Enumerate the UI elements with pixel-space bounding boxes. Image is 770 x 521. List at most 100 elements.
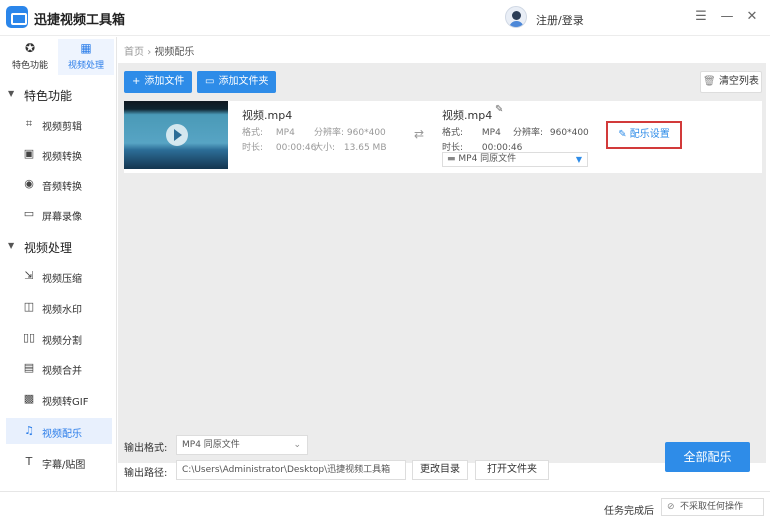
login-link[interactable]: 注册/登录 [536,12,584,28]
breadcrumb-separator: › [147,47,152,58]
compress-icon: ⇲ [24,269,34,282]
minimize-icon[interactable]: — [718,8,736,26]
close-icon[interactable]: ✕ [743,8,761,26]
all-music-button[interactable]: 全部配乐 [665,442,750,472]
plus-icon: + [132,76,141,87]
source-duration: 时长: 00:00:46 [242,140,316,153]
tab-video-processing-label: 视频处理 [67,61,104,71]
output-format-label: 输出格式: [124,443,168,454]
main-panel: 首页 › 视频配乐 + 添加文件 ▭ 添加文件夹 🗑 清空列表 视频.mp4 格式:… [118,37,770,484]
app-title: 迅捷视频工具箱 [34,13,126,28]
open-folder-button[interactable]: 打开文件夹 [475,460,549,480]
gif-icon: ▩ [23,392,35,405]
add-folder-button[interactable]: ▭ 添加文件夹 [197,71,277,93]
output-format-select[interactable]: ▬ MP4 同原文件 ▼ [442,152,588,167]
sidebar-item-video-split[interactable]: ▯▯ 视频分割 [6,325,112,351]
output-format-dropdown-value: MP4 同原文件 [182,440,240,450]
sidebar-tabs: ✪ 特色功能 ▦ 视频处理 [0,37,117,77]
chevron-down-icon: ⌄ [293,440,301,450]
sidebar-item-video-edit[interactable]: ⌗ 视频剪辑 [6,111,112,137]
film-icon: ▦ [80,41,92,55]
sidebar-item-video-compress[interactable]: ⇲ 视频压缩 [6,263,112,289]
tab-featured[interactable]: ✪ 特色功能 [2,39,58,75]
folder-icon: ▭ [205,76,215,87]
sidebar-item-label: 音频转换 [42,182,82,193]
sidebar-item-label: 视频转换 [42,152,82,163]
output-path-input[interactable]: C:\Users\Administrator\Desktop\迅捷视频工具箱 [176,460,406,480]
sidebar-item-label: 屏幕录像 [42,212,82,223]
music-note-icon: ♫ [24,424,34,437]
star-circle-icon: ✪ [24,41,36,55]
shuffle-arrow-icon: ⇄ [414,127,425,141]
after-task-select[interactable]: ⊘ 不采取任何操作 [661,498,764,516]
clear-list-label: 清空列表 [718,76,759,87]
menu-icon[interactable]: ☰ [692,8,710,26]
sidebar-item-label: 视频合并 [42,366,82,377]
avatar[interactable] [505,6,527,28]
tab-featured-label: 特色功能 [11,61,48,71]
group-featured[interactable]: ▼ 特色功能 [0,82,117,108]
output-resolution: 分辨率: 960*400 [513,125,589,138]
output-format-select-value: MP4 同原文件 [458,154,517,164]
play-icon[interactable] [166,124,188,146]
subtitle-icon: T [25,455,33,468]
tab-video-processing[interactable]: ▦ 视频处理 [58,39,114,75]
file-list-area: + 添加文件 ▭ 添加文件夹 🗑 清空列表 视频.mp4 格式: MP4 分辨率: … [118,63,766,463]
source-file-name: 视频.mp4 [242,109,293,122]
edit-pencil-icon[interactable]: ✎ [495,104,503,115]
sidebar-item-video-convert[interactable]: ▣ 视频转换 [6,141,112,167]
crop-icon: ⌗ [25,117,33,130]
format-label: 格式: [242,128,264,138]
no-action-icon: ⊘ [667,502,675,512]
source-size: 大小: 13.65 MB [314,140,387,153]
after-task-select-value: 不采取任何操作 [680,502,744,512]
add-file-button[interactable]: + 添加文件 [124,71,193,93]
dropdown-arrow-icon: ▼ [575,155,582,164]
resolution-label: 分辨率: [513,128,544,138]
sidebar-item-audio-convert[interactable]: ◉ 音频转换 [6,171,112,197]
merge-icon: ▤ [23,361,35,374]
add-file-label: 添加文件 [144,76,185,87]
output-path-label: 输出路径: [124,468,168,479]
sidebar-item-screen-record[interactable]: ▭ 屏幕录像 [6,201,112,227]
sidebar: ✪ 特色功能 ▦ 视频处理 ▼ 特色功能 ⌗ 视频剪辑 ▣ 视频转换 ◉ 音频转… [0,37,117,521]
screen-record-icon: ▭ [23,207,35,220]
group-video-processing[interactable]: ▼ 视频处理 [0,234,117,260]
sidebar-item-video-watermark[interactable]: ◫ 视频水印 [6,294,112,320]
caret-down-icon: ▼ [8,89,15,98]
format-value: MP4 [275,128,295,138]
app-logo-icon [6,6,28,28]
video-format-icon: ▬ [447,154,456,164]
sidebar-item-label: 视频配乐 [42,429,82,440]
file-row: 视频.mp4 格式: MP4 分辨率: 960*400 时长: 00:00:46… [124,101,762,173]
music-settings-button[interactable]: ✎ 配乐设置 [606,121,682,149]
audio-icon: ◉ [24,177,34,190]
size-label: 大小: [314,143,336,153]
sidebar-item-video-merge[interactable]: ▤ 视频合并 [6,355,112,381]
sidebar-item-label: 视频水印 [42,305,82,316]
caret-down-icon: ▼ [8,241,15,250]
sidebar-item-label: 视频转GIF [42,397,89,408]
duration-label: 时长: [242,143,264,153]
output-file-name: 视频.mp4 [442,109,493,122]
group-video-processing-label: 视频处理 [24,241,73,255]
breadcrumb-home[interactable]: 首页 [124,47,144,58]
sidebar-item-video-music[interactable]: ♫ 视频配乐 [6,418,112,444]
edit-icon: ✎ [618,129,627,140]
resolution-value: 960*400 [549,128,589,138]
sidebar-item-subtitle[interactable]: T 字幕/贴图 [6,449,112,475]
sidebar-item-label: 视频压缩 [42,274,82,285]
breadcrumb: 首页 › 视频配乐 [124,43,194,58]
resolution-value: 960*400 [346,128,386,138]
output-format-dropdown[interactable]: MP4 同原文件 ⌄ [176,435,308,455]
source-format: 格式: MP4 [242,125,295,138]
clear-list-button[interactable]: 🗑 清空列表 [700,71,762,93]
watermark-icon: ◫ [23,300,35,313]
change-directory-button[interactable]: 更改目录 [412,460,468,480]
resolution-label: 分辨率: [314,128,345,138]
sidebar-item-video-gif[interactable]: ▩ 视频转GIF [6,386,112,412]
title-bar: 迅捷视频工具箱 注册/登录 ☰ — ✕ [0,0,770,36]
video-thumbnail[interactable] [124,101,228,169]
trash-icon: 🗑 [703,76,716,87]
convert-icon: ▣ [23,147,35,160]
